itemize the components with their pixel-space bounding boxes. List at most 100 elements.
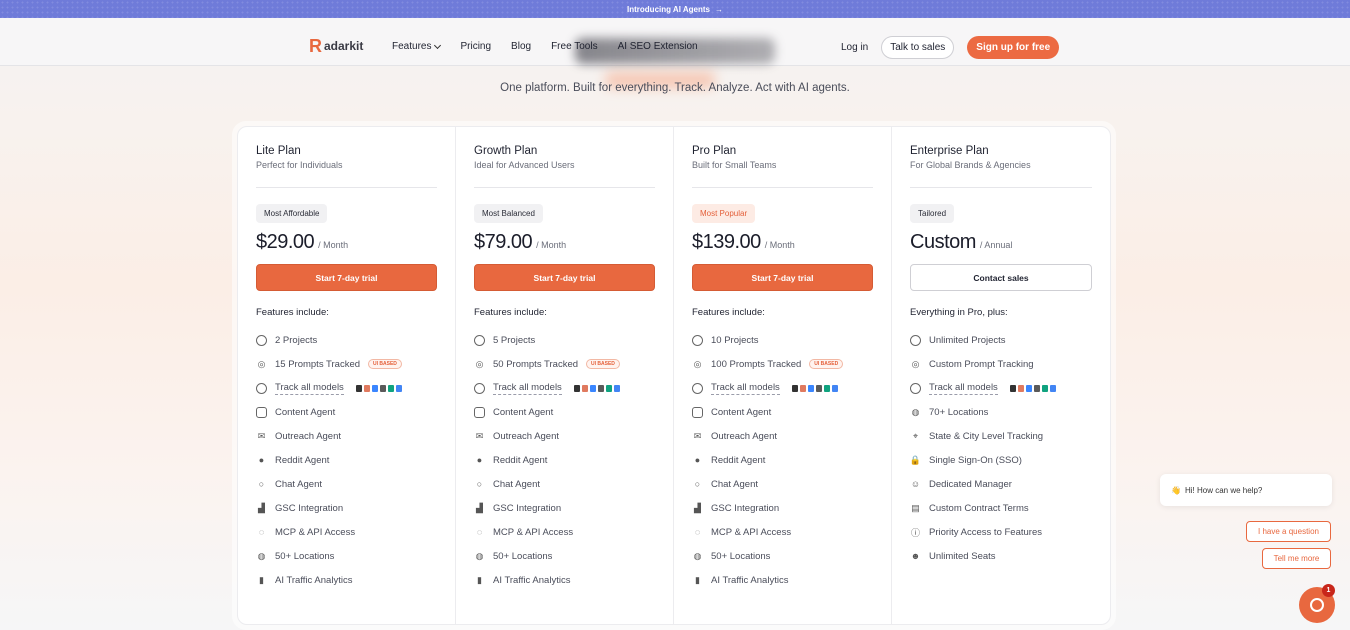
feature-item: ⓘ Priority Access to Features [910,520,1092,544]
model-logo-icon [355,384,362,392]
reddit-icon: ● [694,455,701,465]
analytics-icon: ▟ [694,502,701,513]
feature-label: Unlimited Projects [929,334,1006,346]
feature-list: 2 Projects ◎ 15 Prompts Tracked UI BASED… [256,328,437,592]
feature-item: Track all models [474,376,655,400]
nav-link-ai-seo-extension[interactable]: AI SEO Extension [618,41,698,52]
logo[interactable]: R adarkit [309,37,363,55]
announcement-bar[interactable]: Introducing AI Agents → [0,0,1350,18]
feature-item: ▮ AI Traffic Analytics [692,568,873,592]
chat-icon [1310,598,1324,612]
nav-links: Features Pricing Blog Free Tools AI SEO … [392,41,698,52]
feature-label: 70+ Locations [929,406,989,418]
price-row: $139.00 / Month [692,231,873,254]
start-trial-button[interactable]: Start 7-day trial [692,264,873,291]
pricing-columns: Lite Plan Perfect for Individuals Most Aff… [237,126,1111,625]
arrow-right-icon: → [714,4,723,14]
wave-icon: 👋 [1171,485,1181,495]
feature-label: Content Agent [711,406,772,418]
price-row: $79.00 / Month [474,231,655,254]
start-trial-button[interactable]: Start 7-day trial [474,264,655,291]
feature-item: ▟ GSC Integration [256,496,437,520]
feature-item: Content Agent [256,400,437,424]
start-trial-button[interactable]: Start 7-day trial [256,264,437,291]
target-icon: ◎ [475,358,484,369]
chat-greeting-bubble: 👋 Hi! How can we help? [1160,474,1332,506]
logo-mark: R [309,36,322,56]
model-logo-icon [831,384,838,392]
feature-item: ▤ Custom Contract Terms [910,496,1092,520]
model-logo-icon [573,384,580,392]
model-logo-icon [823,384,830,392]
feature-item: ◌ MCP & API Access [692,520,873,544]
feature-item: ◍ 50+ Locations [474,544,655,568]
logo-text: adarkit [324,39,364,53]
api-icon: ◌ [694,527,701,537]
feature-label[interactable]: Track all models [929,382,998,395]
feature-label: Single Sign-On (SSO) [929,454,1022,466]
feature-item: 🔒 Single Sign-On (SSO) [910,448,1092,472]
check-circle-icon [692,382,703,394]
nav-link-features[interactable]: Features [392,41,442,52]
nav-link-blog[interactable]: Blog [511,41,531,52]
feature-item: ✉ Outreach Agent [256,424,437,448]
feature-item: Track all models [256,376,437,400]
chat-option-more[interactable]: Tell me more [1262,548,1331,569]
contact-sales-button[interactable]: Contact sales [910,264,1092,291]
chat-icon: ○ [258,479,265,489]
feature-label: Reddit Agent [275,454,330,466]
model-logo-icon [581,384,588,392]
nav-link-pricing[interactable]: Pricing [460,41,491,52]
chat-option-question[interactable]: I have a question [1246,521,1331,542]
plan-name: Growth Plan [474,145,538,157]
talk-to-sales-button[interactable]: Talk to sales [881,36,955,59]
login-link[interactable]: Log in [841,42,868,53]
model-logo-icon [613,384,620,392]
feature-item: ◌ MCP & API Access [474,520,655,544]
nav-link-free-tools[interactable]: Free Tools [551,41,598,52]
feature-item: Unlimited Projects [910,328,1092,352]
plan-badge: Most Popular [692,204,756,223]
feature-label: Unlimited Seats [929,550,996,562]
feature-label: AI Traffic Analytics [275,574,353,586]
model-logos [1009,384,1056,392]
api-icon: ◌ [258,527,265,537]
divider [692,187,873,188]
model-logo-icon [815,384,822,392]
feature-item: ✉ Outreach Agent [692,424,873,448]
model-logo-icon [1017,384,1024,392]
plan-card: Enterprise Plan For Global Brands & Agenc… [892,127,1110,624]
feature-label: Outreach Agent [711,430,778,442]
feature-label: GSC Integration [493,502,562,514]
users-icon: ☻ [910,551,921,561]
feature-item: Content Agent [692,400,873,424]
shield-icon [256,334,267,346]
feature-item: Track all models [910,376,1092,400]
plan-name: Lite Plan [256,145,301,157]
pricing-table: Lite Plan Perfect for Individuals Most Aff… [232,121,1116,630]
model-logo-icon [1033,384,1040,392]
model-logo-icon [379,384,386,392]
feature-label[interactable]: Track all models [711,382,780,395]
feature-label: 10 Projects [711,334,759,346]
feature-item: Track all models [692,376,873,400]
mail-icon: ✉ [257,430,266,441]
model-logos [791,384,838,392]
map-pin-icon: ⌖ [912,430,919,441]
plan-subtitle: Ideal for Advanced Users [474,160,575,170]
feature-label: Custom Contract Terms [929,502,1029,514]
feature-item: ▮ AI Traffic Analytics [474,568,655,592]
signup-button[interactable]: Sign up for free [967,36,1060,59]
feature-label[interactable]: Track all models [493,382,562,395]
shield-icon [474,334,485,346]
feature-label[interactable]: Track all models [275,382,344,395]
check-circle-icon [910,382,921,394]
model-logo-icon [605,384,612,392]
analytics-icon: ▟ [258,502,265,513]
feature-item: ● Reddit Agent [256,448,437,472]
feature-label: MCP & API Access [711,526,792,538]
mail-icon: ✉ [693,430,702,441]
nav-link-features-label: Features [392,41,432,52]
plan-subtitle: Built for Small Teams [692,160,777,170]
feature-item: ● Reddit Agent [474,448,655,472]
